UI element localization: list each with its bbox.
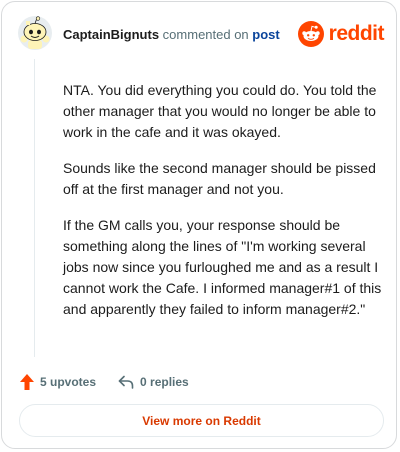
post-link[interactable]: post: [252, 27, 279, 42]
commented-on-text: commented on: [159, 27, 253, 42]
comment-header: CaptainBignuts commented on post reddit: [18, 16, 385, 52]
comment-meta: CaptainBignuts commented on post: [63, 27, 280, 42]
comment-paragraph: Sounds like the second manager should be…: [63, 160, 376, 197]
reddit-wordmark: reddit: [328, 22, 385, 45]
reddit-comment-card: CaptainBignuts commented on post reddit …: [1, 1, 397, 449]
upvotes-count: 5 upvotes: [40, 375, 97, 389]
comment-body: NTA. You did everything you could do. Yo…: [63, 80, 387, 335]
snoo-avatar[interactable]: [18, 16, 52, 50]
comment-paragraph: NTA. You did everything you could do. Yo…: [63, 82, 377, 140]
replies-count: 0 replies: [140, 375, 189, 389]
view-more-on-reddit-button[interactable]: View more on Reddit: [19, 404, 384, 437]
reply-arrow-icon: [118, 375, 134, 389]
comment-paragraph: If the GM calls you, your response shoul…: [63, 217, 382, 317]
reply-button[interactable]: 0 replies: [118, 375, 189, 389]
upvote-button[interactable]: 5 upvotes: [20, 374, 96, 390]
reddit-logo[interactable]: reddit: [297, 21, 385, 47]
username[interactable]: CaptainBignuts: [63, 27, 159, 42]
comment-actions: 5 upvotes 0 replies: [20, 372, 189, 392]
thread-line: [34, 59, 35, 357]
reddit-alien-icon: [297, 21, 324, 47]
upvote-arrow-icon: [20, 374, 34, 390]
